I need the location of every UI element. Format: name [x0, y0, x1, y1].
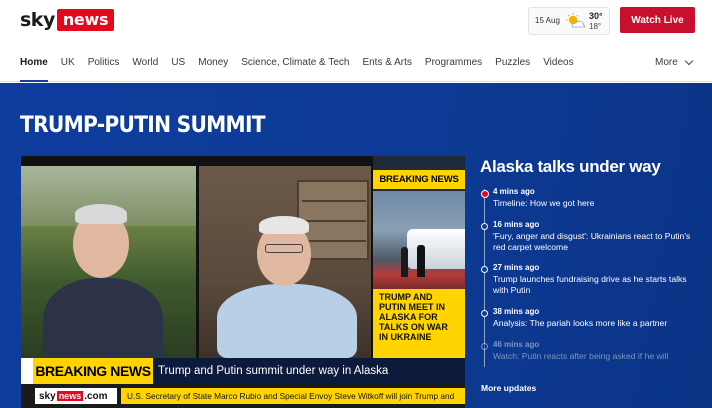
ticker-logo: sky news .com	[35, 388, 117, 404]
nav-item-uk[interactable]: UK	[61, 44, 75, 82]
weather-high: 30°	[589, 11, 603, 21]
nav-item-puzzles[interactable]: Puzzles	[495, 44, 530, 82]
nav-item-politics[interactable]: Politics	[88, 44, 120, 82]
airport-scene	[373, 191, 465, 289]
nav-item-programmes[interactable]: Programmes	[425, 44, 482, 82]
live-updates-title[interactable]: Alaska talks under way	[480, 157, 661, 177]
live-dot-icon	[480, 189, 489, 198]
update-time: 46 mins ago	[493, 340, 540, 349]
nav-item-us[interactable]: US	[171, 44, 185, 82]
watch-live-button[interactable]: Watch Live	[620, 7, 695, 33]
breaking-news-headline: Trump and Putin summit under way in Alas…	[153, 358, 465, 384]
page-title: TRUMP-PUTIN SUMMIT	[20, 113, 266, 138]
breaking-news-label: BREAKING NEWS	[33, 358, 153, 384]
timeline-dot-icon	[481, 223, 488, 230]
video-feed-left	[21, 166, 196, 368]
update-time: 16 mins ago	[493, 220, 540, 229]
weather-low: 18°	[589, 22, 602, 31]
sky-news-logo[interactable]: sky news	[20, 9, 115, 31]
update-text: Watch: Putin reacts after being asked if…	[493, 351, 669, 361]
nav-more-label: More	[655, 57, 678, 68]
site-header: sky news 15 Aug 30° 18° Watch Live	[0, 0, 712, 44]
timeline-dot-icon	[481, 266, 488, 273]
presenter-figure	[43, 278, 163, 368]
update-text: Timeline: How we got here	[493, 198, 595, 208]
update-time: 38 mins ago	[493, 307, 540, 316]
breaking-news-side-text: TRUMP AND PUTIN MEET IN ALASKA FOR TALKS…	[373, 289, 465, 358]
guest-figure	[217, 284, 357, 358]
update-time: 4 mins ago	[493, 187, 535, 196]
news-ticker: sky news .com U.S. Secretary of State Ma…	[21, 384, 465, 408]
hero-section: TRUMP-PUTIN SUMMIT BREAKING NEWS TRUMP A…	[0, 83, 712, 408]
logo-news-text: news	[56, 9, 115, 31]
video-feed-middle	[199, 166, 371, 358]
nav-item-videos[interactable]: Videos	[543, 44, 573, 82]
nav-more-menu[interactable]: More	[655, 44, 694, 82]
nav-item-world[interactable]: World	[132, 44, 158, 82]
more-updates-link[interactable]: More updates	[481, 383, 536, 393]
update-text: Analysis: The pariah looks more like a p…	[493, 318, 668, 328]
main-nav: Home UK Politics World US Money Science,…	[0, 44, 712, 82]
timeline-dot-icon	[481, 343, 488, 350]
ticker-text: U.S. Secretary of State Marco Rubio and …	[121, 388, 465, 404]
nav-item-money[interactable]: Money	[198, 44, 228, 82]
aircraft	[407, 229, 465, 269]
update-text: Trump launches fundraising drive as he s…	[493, 274, 687, 296]
breaking-news-banner: BREAKING NEWS Trump and Putin summit und…	[21, 358, 465, 384]
timeline-dot-icon	[481, 310, 488, 317]
chevron-down-icon	[684, 56, 694, 66]
sun-cloud-icon	[566, 13, 586, 28]
breaking-news-tag: BREAKING NEWS	[373, 170, 465, 189]
nav-item-ents-arts[interactable]: Ents & Arts	[362, 44, 411, 82]
nav-item-science[interactable]: Science, Climate & Tech	[241, 44, 349, 82]
update-time: 27 mins ago	[493, 263, 540, 272]
nav-list: Home UK Politics World US Money Science,…	[20, 44, 587, 82]
weather-widget[interactable]: 15 Aug 30° 18°	[528, 7, 610, 35]
timeline-line	[484, 189, 485, 367]
video-feed-right: BREAKING NEWS TRUMP AND PUTIN MEET IN AL…	[373, 156, 465, 358]
update-text: 'Fury, anger and disgust': Ukrainians re…	[493, 231, 691, 253]
logo-sky-text: sky	[20, 9, 55, 31]
live-updates-timeline: 4 mins ago Timeline: How we got here 16 …	[478, 183, 700, 377]
nav-item-home[interactable]: Home	[20, 44, 48, 82]
weather-date: 15 Aug	[535, 16, 560, 25]
live-video-player[interactable]: BREAKING NEWS TRUMP AND PUTIN MEET IN AL…	[21, 156, 465, 408]
